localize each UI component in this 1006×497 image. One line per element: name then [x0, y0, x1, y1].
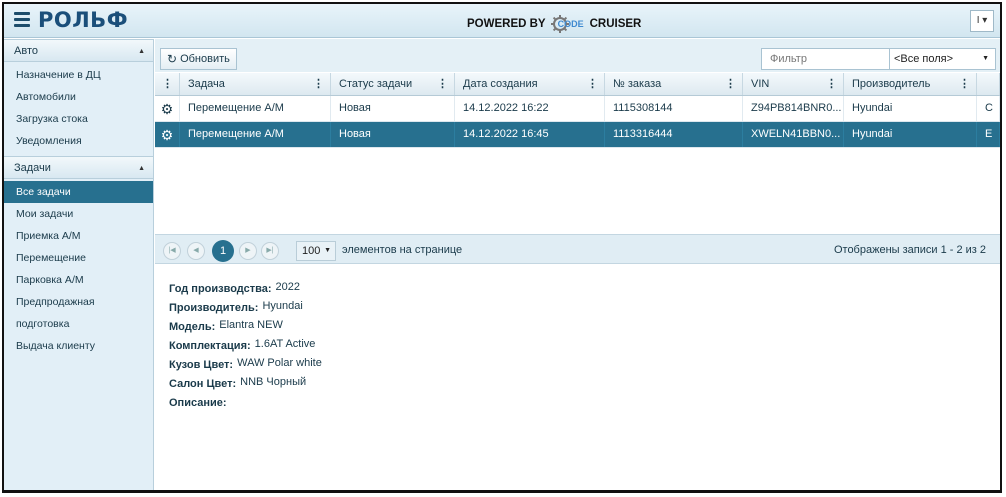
cell-maker: Hyundai	[844, 122, 977, 147]
page-size-label: элементов на странице	[342, 244, 463, 256]
refresh-button[interactable]: ↻ Обновить	[160, 48, 237, 70]
kebab-icon: ⋮	[587, 78, 598, 90]
detail-interior-color: Салон Цвет: NNB Чорный	[169, 376, 307, 390]
fields-select-value: <Все поля>	[894, 53, 954, 65]
sidebar-item-presale[interactable]: Предпродажная	[4, 291, 153, 313]
top-header: РОЛЬФ POWERED BY CODE CRUISER I ▾	[4, 4, 1000, 38]
sidebar-item-my-tasks[interactable]: Мои задачи	[4, 203, 153, 225]
main-content: ↻ Обновить <Все поля> ▼ ⋮ Задача⋮ Статус…	[155, 39, 1000, 490]
code-badge: CODE	[557, 19, 584, 29]
gear-icon[interactable]: ⚙	[161, 128, 174, 142]
powered-by-suffix: CRUISER	[589, 18, 642, 30]
sidebar-item-assign-dc[interactable]: Назначение в ДЦ	[4, 64, 153, 86]
cell-vin: Z94PB814BNR0...	[743, 96, 844, 121]
cell-task: Перемещение А/М	[180, 96, 331, 121]
detail-maker: Производитель: Hyundai	[169, 300, 303, 314]
sidebar-item-parking[interactable]: Парковка А/М	[4, 269, 153, 291]
page-size-select[interactable]: 100 ▼	[296, 241, 336, 261]
cell-order: 1115308144	[605, 96, 743, 121]
app-frame: РОЛЬФ POWERED BY CODE CRUISER I ▾ Авто ▲…	[2, 2, 1002, 493]
sidebar: Авто ▲ Назначение в ДЦ Автомобили Загруз…	[4, 39, 154, 490]
column-header-vin[interactable]: VIN ⋮	[743, 73, 844, 95]
cell-created: 14.12.2022 16:45	[455, 122, 605, 147]
sidebar-item-stock-upload[interactable]: Загрузка стока	[4, 108, 153, 130]
powered-by-prefix: POWERED BY	[467, 18, 546, 30]
details-panel: Год производства: 2022 Производитель: Hyun…	[155, 269, 1000, 490]
code-cruiser-logo: CODE	[550, 14, 586, 34]
sidebar-item-acceptance[interactable]: Приемка А/М	[4, 225, 153, 247]
kebab-icon: ⋮	[826, 78, 837, 90]
cell-extra: E	[977, 122, 1000, 147]
cell-maker: Hyundai	[844, 96, 977, 121]
rolf-logo: РОЛЬФ	[38, 8, 129, 32]
pane-splitter-handle[interactable]	[579, 264, 595, 273]
detail-description: Описание:	[169, 397, 227, 409]
row-settings-cell[interactable]: ⚙	[155, 122, 180, 147]
pager: |◀ ◀ 1 ▶ ▶| 100 ▼ элементов на странице …	[155, 234, 1000, 264]
kebab-icon: ⋮	[725, 78, 736, 90]
sidebar-item-notifications[interactable]: Уведомления	[4, 130, 153, 152]
refresh-label: Обновить	[180, 53, 230, 65]
cell-status: Новая	[331, 96, 455, 121]
kebab-icon: ⋮	[313, 78, 324, 90]
tasks-grid: ⋮ Задача ⋮ Статус задачи ⋮ Дата создания ⋮ …	[155, 73, 1000, 234]
first-page-icon[interactable]: |◀	[163, 242, 181, 260]
last-page-icon[interactable]: ▶|	[261, 242, 279, 260]
sidebar-item-handover[interactable]: Выдача клиенту	[4, 335, 153, 357]
kebab-icon: ⋮	[437, 78, 448, 90]
column-menu-icon[interactable]: ⋮	[155, 73, 180, 95]
table-row-selected[interactable]: ⚙ Перемещение А/М Новая 14.12.2022 16:45…	[155, 122, 1000, 148]
column-header-extra[interactable]	[977, 73, 1000, 95]
sidebar-item-presale-cont[interactable]: подготовка	[4, 313, 153, 335]
cell-vin: XWELN41BBN0...	[743, 122, 844, 147]
column-header-maker[interactable]: Производитель ⋮	[844, 73, 977, 95]
current-page-button[interactable]: 1	[212, 240, 234, 262]
grid-toolbar: ↻ Обновить <Все поля> ▼	[155, 39, 1000, 72]
column-header-status[interactable]: Статус задачи ⋮	[331, 73, 455, 95]
sidebar-group-auto[interactable]: Авто ▲	[4, 39, 153, 62]
grid-header: ⋮ Задача ⋮ Статус задачи ⋮ Дата создания ⋮ …	[155, 73, 1000, 96]
prev-page-icon[interactable]: ◀	[187, 242, 205, 260]
hamburger-menu-icon[interactable]	[14, 12, 30, 27]
page-size-value: 100	[302, 245, 321, 257]
gear-icon[interactable]: ⚙	[161, 102, 174, 116]
sidebar-group-tasks[interactable]: Задачи ▲	[4, 156, 153, 179]
column-header-created[interactable]: Дата создания ⋮	[455, 73, 605, 95]
table-row[interactable]: ⚙ Перемещение А/М Новая 14.12.2022 16:22…	[155, 96, 1000, 122]
sidebar-item-all-tasks[interactable]: Все задачи	[4, 181, 153, 203]
collapse-arrow-icon: ▲	[138, 48, 145, 55]
sidebar-group-title: Авто	[14, 45, 38, 57]
cell-status: Новая	[331, 122, 455, 147]
language-dropdown[interactable]: I ▾	[970, 10, 994, 32]
powered-by-banner: POWERED BY CODE CRUISER	[467, 14, 641, 34]
sidebar-item-moving[interactable]: Перемещение	[4, 247, 153, 269]
filter-input[interactable]	[761, 48, 891, 70]
sidebar-group-title: Задачи	[14, 162, 51, 174]
column-header-order[interactable]: № заказа ⋮	[605, 73, 743, 95]
dropdown-arrow-icon: ▼	[982, 55, 989, 62]
dropdown-arrow-icon: ▼	[324, 247, 331, 254]
cell-extra: C	[977, 96, 1000, 121]
cell-created: 14.12.2022 16:22	[455, 96, 605, 121]
cell-order: 1113316444	[605, 122, 743, 147]
next-page-icon[interactable]: ▶	[239, 242, 257, 260]
collapse-arrow-icon: ▲	[138, 165, 145, 172]
fields-select[interactable]: <Все поля> ▼	[889, 48, 996, 70]
cell-task: Перемещение А/М	[180, 122, 331, 147]
sidebar-item-cars[interactable]: Автомобили	[4, 86, 153, 108]
records-info: Отображены записи 1 - 2 из 2	[833, 244, 986, 256]
refresh-icon: ↻	[167, 52, 178, 66]
kebab-icon: ⋮	[959, 78, 970, 90]
row-settings-cell[interactable]: ⚙	[155, 96, 180, 121]
column-header-task[interactable]: Задача ⋮	[180, 73, 331, 95]
